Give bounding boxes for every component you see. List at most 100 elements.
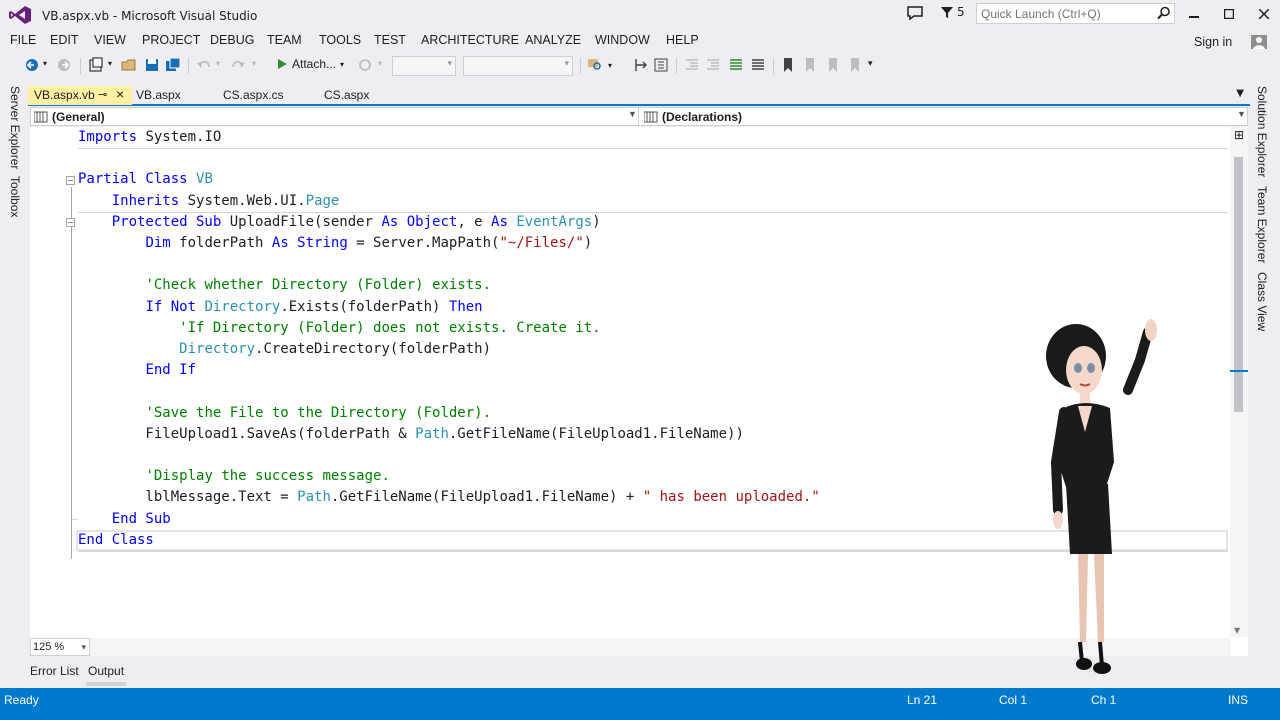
team-explorer-tab[interactable]: Team Explorer	[1255, 186, 1269, 263]
class-view-tab[interactable]: Class View	[1255, 272, 1269, 331]
toolbox-tab[interactable]: Toolbox	[8, 176, 22, 217]
code-line[interactable]: Partial Class VB	[78, 169, 213, 190]
tab-cs-aspx[interactable]: CS.aspx	[318, 86, 375, 105]
scroll-down-icon[interactable]: ▼	[1234, 626, 1240, 635]
solution-explorer-tab[interactable]: Solution Explorer	[1255, 86, 1269, 177]
sign-in-link[interactable]: Sign in	[1194, 35, 1232, 49]
code-token: Dim	[145, 235, 171, 251]
user-icon[interactable]	[1250, 34, 1268, 50]
collapse-sub-icon[interactable]: −	[66, 218, 75, 227]
code-line[interactable]: 'If Directory (Folder) does not exists. …	[78, 318, 601, 339]
back-dropdown-icon[interactable]: ▾	[43, 59, 47, 68]
status-ready: Ready	[4, 693, 39, 707]
save-all-icon[interactable]	[165, 57, 181, 73]
prev-bookmark-icon[interactable]	[802, 57, 818, 73]
undo-icon[interactable]	[196, 57, 212, 73]
increase-indent-icon[interactable]	[705, 57, 721, 73]
tab-label: VB.aspx.vb	[34, 88, 95, 102]
code-line[interactable]: End If	[78, 360, 196, 381]
tab-vb-aspx-vb[interactable]: VB.aspx.vb ⊸ ×	[28, 86, 132, 105]
tab-vb-aspx[interactable]: VB.aspx	[130, 86, 187, 105]
find-in-files-icon[interactable]	[587, 57, 603, 73]
forward-icon[interactable]	[56, 57, 72, 73]
next-bookmark-icon[interactable]	[825, 57, 841, 73]
toolbar-overflow-icon[interactable]: ▾	[868, 59, 873, 69]
solution-platform-combo[interactable]	[463, 56, 573, 76]
minimize-button[interactable]	[1180, 4, 1208, 24]
open-file-icon[interactable]	[121, 57, 137, 73]
code-token: 'If Directory (Folder) does not exists. …	[179, 319, 601, 336]
quick-launch-input[interactable]	[977, 4, 1155, 23]
code-line[interactable]: Inherits System.Web.UI.Page	[78, 191, 340, 212]
vertical-scroll-thumb[interactable]	[1234, 157, 1243, 412]
pin-icon[interactable]: ⊸	[98, 88, 107, 101]
notifications-button[interactable]: 5	[940, 5, 965, 19]
decrease-indent-icon[interactable]	[684, 57, 700, 73]
object-browser-icon[interactable]	[653, 57, 669, 73]
menu-analyze[interactable]: ANALYZE	[525, 33, 581, 47]
menu-team[interactable]: TEAM	[267, 33, 302, 47]
tab-list-dropdown-icon[interactable]: ▼	[1236, 88, 1244, 99]
menu-debug[interactable]: DEBUG	[210, 33, 254, 47]
member-combo[interactable]: (Declarations) ▼	[641, 108, 1247, 125]
close-window-button[interactable]	[1250, 4, 1278, 24]
code-line[interactable]: 'Display the success message.	[78, 466, 389, 487]
undo-dropdown-icon[interactable]: ▾	[216, 59, 220, 68]
save-icon[interactable]	[144, 57, 160, 73]
redo-dropdown-icon[interactable]: ▾	[252, 59, 256, 68]
back-icon[interactable]	[24, 57, 40, 73]
new-project-icon[interactable]	[88, 57, 104, 73]
redo-icon[interactable]	[230, 57, 246, 73]
menu-window[interactable]: WINDOW	[595, 33, 650, 47]
refresh-icon[interactable]	[357, 57, 373, 73]
menu-view[interactable]: VIEW	[94, 33, 126, 47]
quick-launch[interactable]	[976, 3, 1175, 24]
comment-lines-icon[interactable]	[728, 57, 744, 73]
menu-help[interactable]: HELP	[666, 33, 699, 47]
code-line[interactable]: If Not Directory.Exists(folderPath) Then	[78, 297, 482, 318]
code-line[interactable]: Directory.CreateDirectory(folderPath)	[78, 339, 491, 360]
code-line[interactable]: lblMessage.Text = Path.GetFileName(FileU…	[78, 487, 819, 508]
code-line[interactable]: End Sub	[78, 509, 171, 530]
search-icon[interactable]	[1157, 6, 1171, 20]
split-window-icon[interactable]: ⊞	[1232, 129, 1246, 143]
tab-label: CS.aspx	[324, 88, 370, 102]
collapse-class-icon[interactable]: −	[66, 176, 75, 185]
tab-error-list[interactable]: Error List	[28, 662, 81, 682]
attach-button[interactable]: Attach... ▾	[276, 57, 344, 71]
code-line[interactable]: Dim folderPath As String = Server.MapPat…	[78, 233, 592, 254]
uncomment-lines-icon[interactable]	[750, 57, 766, 73]
code-line[interactable]: 'Save the File to the Directory (Folder)…	[78, 403, 491, 424]
type-combo[interactable]: (General) ▼	[31, 108, 639, 125]
code-token: 'Check whether Directory (Folder) exists…	[145, 277, 492, 294]
solution-config-combo[interactable]	[392, 56, 456, 76]
menu-project[interactable]: PROJECT	[142, 33, 200, 47]
class-icon	[34, 111, 48, 122]
vertical-scrollbar[interactable]: ⊞ ▼	[1230, 127, 1248, 637]
code-line[interactable]: FileUpload1.SaveAs(folderPath & Path.Get…	[78, 424, 743, 445]
menu-architecture[interactable]: ARCHITECTURE	[421, 33, 519, 47]
code-line[interactable]: Imports System.IO	[78, 127, 221, 148]
maximize-button[interactable]	[1215, 4, 1243, 24]
code-line[interactable]: 'Check whether Directory (Folder) exists…	[78, 275, 491, 296]
attach-dropdown-icon[interactable]: ▾	[340, 60, 344, 69]
server-explorer-tab[interactable]: Server Explorer	[8, 86, 22, 169]
zoom-level-combo[interactable]: 125 %	[30, 638, 90, 656]
menu-test[interactable]: TEST	[374, 33, 406, 47]
new-dropdown-icon[interactable]: ▾	[108, 59, 112, 68]
visual-studio-window: VB.aspx.vb - Microsoft Visual Studio 5 F…	[0, 0, 1280, 720]
menu-file[interactable]: FILE	[10, 33, 36, 47]
find-dropdown-icon[interactable]: ▾	[608, 61, 612, 70]
menu-tools[interactable]: TOOLS	[319, 33, 361, 47]
close-icon	[1259, 9, 1269, 19]
feedback-icon[interactable]	[906, 5, 924, 21]
tab-output[interactable]: Output	[86, 662, 127, 686]
close-tab-icon[interactable]: ×	[116, 86, 124, 102]
tab-cs-aspx-cs[interactable]: CS.aspx.cs	[217, 86, 290, 105]
navigate-icon[interactable]	[633, 57, 649, 73]
menu-edit[interactable]: EDIT	[50, 33, 78, 47]
bookmark-icon[interactable]	[780, 57, 796, 73]
code-line[interactable]: Protected Sub UploadFile(sender As Objec…	[78, 212, 601, 233]
refresh-dropdown-icon[interactable]: ▾	[378, 59, 382, 68]
clear-bookmarks-icon[interactable]	[847, 57, 863, 73]
